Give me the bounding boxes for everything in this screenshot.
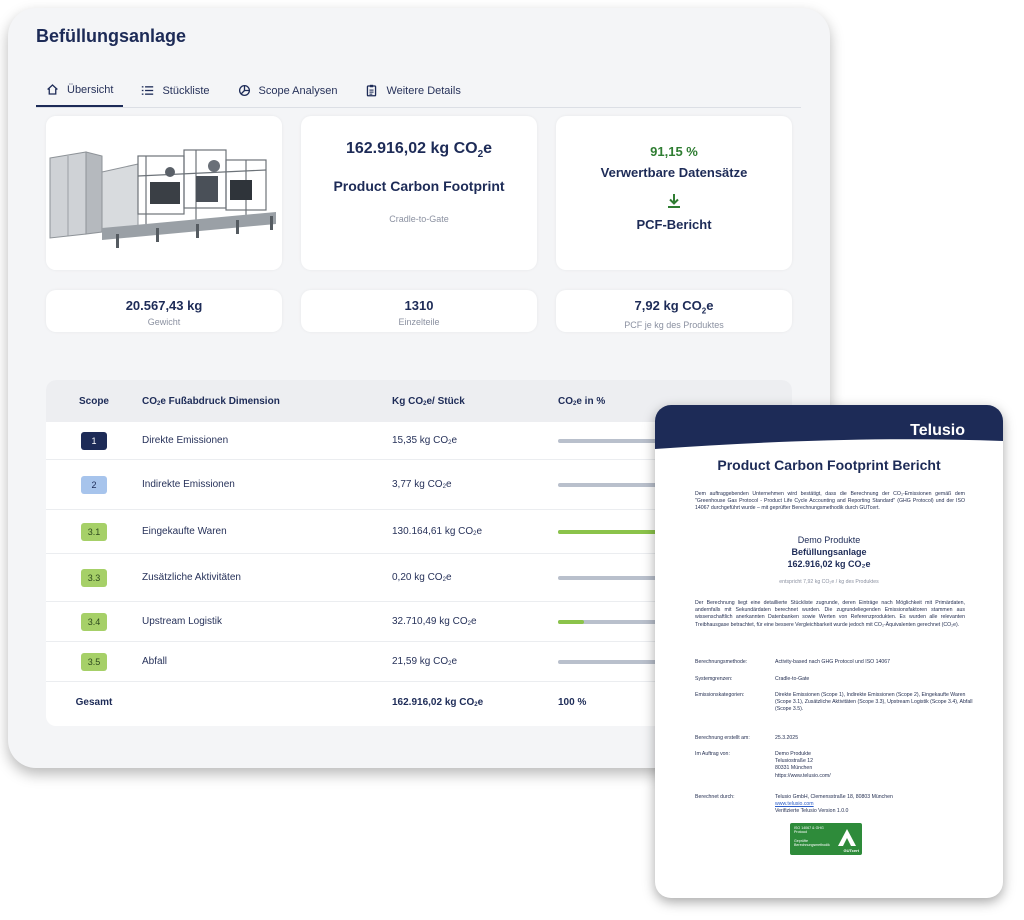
scope-dimension: Eingekaufte Waren [142, 526, 227, 537]
kpi-value: 1310 [404, 298, 434, 313]
page-title: Befüllungsanlage [36, 26, 187, 46]
scope-badge: 3.1 [81, 522, 107, 541]
scope-kg: 3,77 kg CO2e [392, 479, 452, 490]
list-icon [142, 86, 154, 95]
data-quality-card: 91,15 % Verwertbare Datensätze PCF-Beric… [556, 116, 792, 270]
scope-kg: 15,35 kg CO2e [392, 435, 458, 446]
tab-label: Weitere Details [386, 84, 461, 97]
kpi-label: PCF je kg des Produktes [624, 319, 724, 330]
kpi-value: 20.567,43 kg [125, 298, 203, 313]
kpi-label: Einzelteile [398, 317, 440, 327]
usable-data-percent: 91,15 % [650, 144, 698, 159]
report-per-kg: entspricht 7,92 kg CO₂e / kg des Produkt… [779, 579, 879, 585]
clipboard-icon [367, 84, 377, 97]
pcf-value: 162.916,02 kg CO2e [345, 140, 493, 161]
report-intro: Dem auftraggebenden Unternehmen wird bes… [695, 491, 965, 512]
tab-label: Übersicht [67, 83, 114, 96]
scope-badge: 3.3 [81, 568, 107, 587]
tab-label: Scope Analysen [258, 84, 338, 97]
scope-kg: 21,59 kg CO2e [392, 656, 458, 667]
tab-bar: Übersicht Stückliste Scope Analysen Weit… [36, 74, 801, 108]
tab-scope-analysis[interactable]: Scope Analysen [228, 74, 348, 107]
machine-image [46, 116, 282, 270]
scope-badge: 3.5 [81, 652, 107, 671]
home-icon [47, 84, 58, 95]
share-bar-fill [558, 619, 585, 624]
kpi-label: Gewicht [147, 317, 181, 327]
scope-dimension: Upstream Logistik [142, 616, 223, 627]
report-field-date: Berechnung erstellt am: 25.3.2025 [695, 735, 799, 741]
tab-label: Stückliste [162, 84, 210, 97]
report-field-method: Berechnungsmethode: Activity-based nach G… [695, 659, 891, 665]
kpi-value: 7,92 kg CO2e [634, 298, 714, 316]
header-dimension: CO2e Fußabdruck Dimension [142, 395, 280, 407]
share-bar-fill [558, 529, 662, 534]
tab-more-details[interactable]: Weitere Details [355, 74, 470, 107]
pcf-report-link[interactable]: PCF-Bericht [556, 217, 792, 232]
scope-dimension: Zusätzliche Aktivitäten [142, 572, 241, 583]
tab-overview[interactable]: Übersicht [36, 74, 124, 107]
kpi-weight: 20.567,43 kg Gewicht [46, 290, 282, 332]
report-body: Der Berechnung liegt eine detaillierte S… [695, 600, 965, 628]
scope-badge: 2 [81, 475, 107, 494]
product-image-card [46, 116, 282, 270]
pie-chart-icon [238, 84, 250, 97]
report-product: Befüllungsanlage [791, 547, 867, 557]
pcf-report-document: Telusio Product Carbon Footprint Bericht… [655, 405, 1003, 898]
scope-dimension: Abfall [142, 656, 168, 667]
pcf-card: 162.916,02 kg CO2e Product Carbon Footpr… [301, 116, 537, 270]
telusio-logo: Telusio [910, 422, 965, 439]
scope-kg: 130.164,61 kg CO2e [392, 526, 483, 537]
scope-kg: 32.710,49 kg CO2e [392, 616, 477, 627]
system-boundary: Cradle-to-Gate [389, 214, 449, 225]
scope-dimension: Indirekte Emissionen [142, 479, 235, 490]
scope-dimension: Direkte Emissionen [142, 435, 229, 446]
scope-badge: 3.4 [81, 612, 107, 631]
download-report-button[interactable] [556, 192, 792, 215]
scope-kg: 0,20 kg CO2e [392, 572, 452, 583]
total-label: Gesamt [75, 696, 113, 708]
report-field-calculated-by: Berechnet durch: Telusio GmbH, Clemensst… [695, 794, 893, 815]
usable-data-label: Verwertbare Datensätze [600, 165, 748, 180]
header-kg: Kg CO2e/ Stück [392, 395, 465, 407]
scope-badge: 1 [81, 431, 107, 450]
report-company: Demo Produkte [797, 535, 861, 545]
report-total: 162.916,02 kg CO₂e [787, 559, 871, 569]
gutcert-logo-icon [838, 829, 856, 846]
kpi-pcf-per-kg: 7,92 kg CO2e PCF je kg des Produktes [556, 290, 792, 332]
report-field-categories: Emissionskategorien: Direkte Emissionen (… [695, 692, 973, 713]
report-field-client: Im Auftrag von: Demo Produkte Telusiostr… [695, 751, 831, 779]
pcf-title: Product Carbon Footprint [333, 178, 505, 195]
report-field-boundary: Systemgrenzen: Cradle-to-Gate [695, 676, 810, 682]
kpi-parts: 1310 Einzelteile [301, 290, 537, 332]
telusio-link[interactable]: www.telusio.com [775, 801, 814, 807]
download-icon [668, 194, 680, 208]
tab-bom[interactable]: Stückliste [131, 74, 219, 107]
report-title: Product Carbon Footprint Bericht [717, 457, 941, 473]
gutcert-seal: ISO 14067 & GHG Protocol Geprüfte Berechn… [790, 823, 862, 855]
total-kg: 162.916,02 kg CO2e [392, 696, 484, 708]
header-scope: Scope [78, 395, 109, 407]
